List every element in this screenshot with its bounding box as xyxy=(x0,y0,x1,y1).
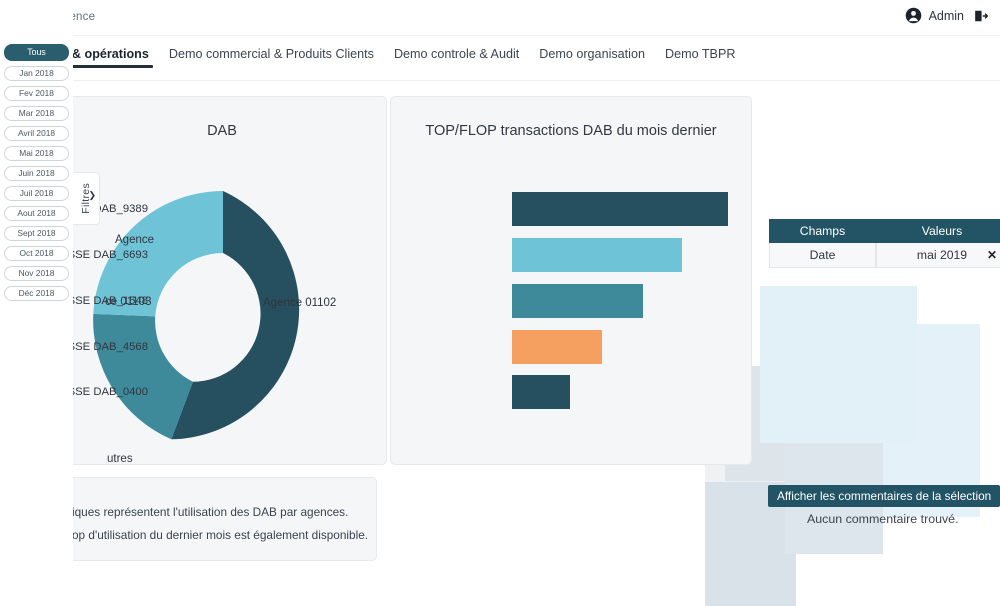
no-comment-message: Aucun commentaire trouvé. xyxy=(807,512,959,526)
close-icon[interactable]: ✕ xyxy=(987,248,997,262)
table-header-row: Champs Valeurs xyxy=(769,219,1000,243)
donut-label-autres: utres xyxy=(107,453,133,465)
tab-controle-audit[interactable]: Demo controle & Audit xyxy=(384,37,529,63)
column-header-valeurs: Valeurs xyxy=(876,219,1000,243)
dashboard-canvas: DAB Agence ce 01103 utres Agence 01102 T… xyxy=(0,81,1000,606)
logout-icon[interactable] xyxy=(971,9,988,23)
selection-fields-table: Champs Valeurs Date mai 2019 ✕ xyxy=(769,219,1000,268)
filters-flyout-toggle[interactable]: Filtres ❯ xyxy=(72,172,100,225)
comments-tooltip: Afficher les commentaires de la sélectio… xyxy=(768,485,1000,507)
month-button-dec-2018[interactable]: Déc 2018 xyxy=(4,286,69,301)
table-row[interactable]: Date mai 2019 ✕ xyxy=(769,243,1000,268)
month-button-tous[interactable]: Tous xyxy=(4,44,69,61)
month-button-juil-2018[interactable]: Juil 2018 xyxy=(4,186,69,201)
month-button-oct-2018[interactable]: Oct 2018 xyxy=(4,246,69,261)
month-filter-sidebar: Tous Jan 2018 Fev 2018 Mar 2018 Avril 20… xyxy=(0,0,73,562)
bar-rect[interactable] xyxy=(512,192,728,226)
cell-valeur-text: mai 2019 xyxy=(916,248,968,262)
description-line-1: iques représentent l'utilisation des DAB… xyxy=(72,505,349,519)
user-name: Admin xyxy=(928,8,964,23)
cell-valeur-date: mai 2019 ✕ xyxy=(876,243,1000,268)
month-button-mar-2018[interactable]: Mar 2018 xyxy=(4,106,69,121)
user-circle-icon xyxy=(905,7,922,24)
main-tabbar: activités & opérations Demo commercial &… xyxy=(0,37,1000,81)
bar-rect[interactable] xyxy=(512,330,602,364)
donut-label-agence-01102: Agence 01102 xyxy=(263,297,337,309)
bar-rect[interactable] xyxy=(512,238,682,272)
description-card: iques représentent l'utilisation des DAB… xyxy=(57,477,377,561)
month-button-fev-2018[interactable]: Fev 2018 xyxy=(4,86,69,101)
user-area[interactable]: Admin xyxy=(905,7,988,24)
month-button-juin-2018[interactable]: Juin 2018 xyxy=(4,166,69,181)
month-button-jan-2018[interactable]: Jan 2018 xyxy=(4,66,69,81)
month-button-mai-2018[interactable]: Mai 2018 xyxy=(4,146,69,161)
description-line-2: op d'utilisation du dernier mois est éga… xyxy=(72,528,369,542)
month-button-avril-2018[interactable]: Avril 2018 xyxy=(4,126,69,141)
bar-rect[interactable] xyxy=(512,375,570,409)
month-button-nov-2018[interactable]: Nov 2018 xyxy=(4,266,69,281)
donut-label-agence: Agence xyxy=(115,234,155,246)
tab-tbpr[interactable]: Demo TBPR xyxy=(655,37,745,63)
donut-slice-autres xyxy=(93,313,193,440)
bar-rect[interactable] xyxy=(512,284,643,318)
bar-chart[interactable]: CAISSE DAB_9389 CAISSE DAB_6693 CAISSE D… xyxy=(49,97,751,464)
chevron-right-icon: ❯ xyxy=(88,190,96,200)
month-button-sept-2018[interactable]: Sept 2018 xyxy=(4,226,69,241)
tab-commercial-produits-clients[interactable]: Demo commercial & Produits Clients xyxy=(159,37,384,63)
month-button-aout-2018[interactable]: Aout 2018 xyxy=(4,206,69,221)
donut-chart[interactable]: Agence ce 01103 utres Agence 01102 xyxy=(58,97,386,465)
bar-chart-card: TOP/FLOP transactions DAB du mois dernie… xyxy=(49,96,752,465)
tab-organisation[interactable]: Demo organisation xyxy=(529,37,655,63)
app-header: elligence Admin xyxy=(0,0,1000,36)
column-header-champs: Champs xyxy=(769,219,876,243)
background-block xyxy=(760,286,917,443)
donut-svg xyxy=(93,191,300,440)
donut-chart-card: DAB Agence ce 01103 utres Agence 01102 xyxy=(57,96,387,465)
cell-champ-date: Date xyxy=(769,243,876,268)
